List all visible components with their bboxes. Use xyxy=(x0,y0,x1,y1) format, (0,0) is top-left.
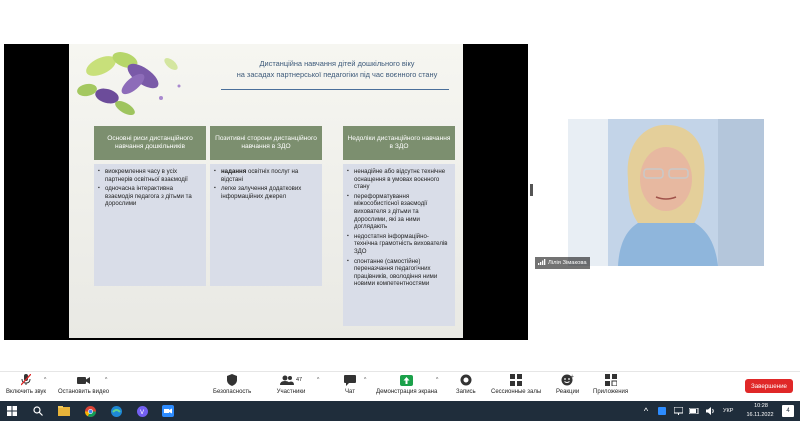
leaves-decoration xyxy=(77,52,181,115)
notifications-badge[interactable]: 4 xyxy=(782,405,794,417)
security-button[interactable]: Безопасность xyxy=(213,374,251,395)
unmute-button[interactable]: Включить звук xyxy=(6,374,46,395)
list-item: легке залучення додаткових інформаційних… xyxy=(214,185,318,200)
audio-options-caret[interactable]: ^ xyxy=(44,377,46,383)
list-item: одночасна інтерактивна взаємодія педагог… xyxy=(98,185,202,208)
record-button[interactable]: Запись xyxy=(456,374,476,395)
search-icon[interactable] xyxy=(32,405,44,417)
chat-label: Чат xyxy=(345,389,355,395)
participants-button[interactable]: 47 Участники xyxy=(276,374,306,395)
chat-bubble-icon xyxy=(343,374,357,386)
video-frame xyxy=(568,119,764,266)
breakout-rooms-icon xyxy=(509,374,523,386)
participants-label: Участники xyxy=(276,389,306,395)
tray-overflow-icon[interactable]: ^ xyxy=(640,405,652,417)
apps-button[interactable]: Приложения xyxy=(593,374,628,395)
video-options-caret[interactable]: ^ xyxy=(105,377,107,383)
participants-count: 47 xyxy=(295,377,303,383)
column-body: ненадійне або відсутнє технічне оснащенн… xyxy=(343,164,455,326)
breakout-rooms-button[interactable]: Сессионные залы xyxy=(491,374,541,395)
title-underline xyxy=(221,89,449,90)
network-icon[interactable] xyxy=(672,405,684,417)
participant-name: Лілія Зімакова xyxy=(548,260,587,266)
slide-title-line1: Дистанційна навчання дітей дошкільного в… xyxy=(259,59,415,68)
end-meeting-button[interactable]: Завершение xyxy=(745,379,793,393)
windows-start-icon[interactable] xyxy=(6,405,18,417)
file-explorer-icon[interactable] xyxy=(58,405,70,417)
meeting-toolbar: Включить звук ^ Остановить видео ^ Безоп… xyxy=(0,371,800,401)
reactions-button[interactable]: + Реакции xyxy=(556,374,579,395)
column-header: Основні риси дистанційного навчання дошк… xyxy=(94,126,206,160)
edge-icon[interactable] xyxy=(110,405,122,417)
security-label: Безопасность xyxy=(213,389,252,395)
volume-icon[interactable] xyxy=(704,405,716,417)
breakout-rooms-label: Сессионные залы xyxy=(491,389,542,395)
column-disadvantages: Недоліки дистанційного навчання в ЗДО не… xyxy=(343,126,455,326)
tray-app-icon[interactable] xyxy=(656,405,668,417)
split-resize-handle[interactable] xyxy=(530,184,533,196)
list-item: виокремлення часу в усіх партнерів освіт… xyxy=(98,168,202,183)
share-screen-label: Демонстрация экрана xyxy=(376,389,438,395)
stop-video-button[interactable]: Остановить видео xyxy=(58,374,109,395)
svg-text:+: + xyxy=(570,374,574,380)
shield-icon xyxy=(225,374,239,386)
list-item: недостатня інформаційно-технічна грамотн… xyxy=(347,233,451,256)
list-item: ненадійне або відсутнє технічне оснащенн… xyxy=(347,168,451,191)
participant-video[interactable] xyxy=(568,119,764,266)
chrome-icon[interactable] xyxy=(84,405,96,417)
share-screen-icon xyxy=(400,374,414,386)
list-item: надання освітніх послуг на відстані xyxy=(214,168,318,183)
list-item-bold: надання xyxy=(221,168,247,175)
participant-name-tag: Лілія Зімакова xyxy=(535,257,590,269)
column-body: надання освітніх послуг на відстані легк… xyxy=(210,164,322,286)
battery-icon[interactable] xyxy=(688,405,700,417)
slide-title: Дистанційна навчання дітей дошкільного в… xyxy=(221,58,453,80)
clock-time[interactable]: 10:28 xyxy=(748,403,774,409)
smiley-plus-icon: + xyxy=(561,374,575,386)
participants-options-caret[interactable]: ^ xyxy=(317,377,319,383)
column-header: Позитивні сторони дистанційного навчання… xyxy=(210,126,322,160)
list-item: спонтанне (самостійне) переназчання педа… xyxy=(347,258,451,288)
reactions-label: Реакции xyxy=(556,389,580,395)
stop-video-label: Остановить видео xyxy=(58,389,110,395)
zoom-meeting-stage: Дистанційна навчання дітей дошкільного в… xyxy=(0,0,800,371)
windows-taskbar: V ^ УКР 10:28 16.11.2022 4 xyxy=(0,401,800,421)
viber-icon[interactable]: V xyxy=(136,405,148,417)
slide-title-line2: на засадах партнерської педагогіки під ч… xyxy=(236,70,438,79)
share-options-caret[interactable]: ^ xyxy=(436,377,438,383)
participants-icon: 47 xyxy=(276,374,306,386)
column-header: Недоліки дистанційного навчання в ЗДО xyxy=(343,126,455,160)
record-icon xyxy=(459,374,473,386)
presentation-slide: Дистанційна навчання дітей дошкільного в… xyxy=(69,44,463,338)
chat-button[interactable]: Чат xyxy=(343,374,357,395)
keyboard-language[interactable]: УКР xyxy=(723,408,733,414)
zoom-app-icon[interactable] xyxy=(162,405,174,417)
column-features: Основні риси дистанційного навчання дошк… xyxy=(94,126,206,286)
apps-label: Приложения xyxy=(593,389,629,395)
list-item-text: легке залучення додаткових інформаційних… xyxy=(221,185,302,200)
record-label: Запись xyxy=(456,389,476,395)
unmute-label: Включить звук xyxy=(6,389,47,395)
muted-microphone-icon xyxy=(19,374,33,386)
signal-icon xyxy=(538,259,546,267)
video-camera-icon xyxy=(77,374,91,386)
column-body: виокремлення часу в усіх партнерів освіт… xyxy=(94,164,206,286)
chat-options-caret[interactable]: ^ xyxy=(364,377,366,383)
column-advantages: Позитивні сторони дистанційного навчання… xyxy=(210,126,322,286)
apps-icon xyxy=(604,374,618,386)
list-item: переформатування міжособистісної взаємод… xyxy=(347,193,451,231)
clock-date[interactable]: 16.11.2022 xyxy=(740,412,780,418)
share-screen-button[interactable]: Демонстрация экрана xyxy=(376,374,437,395)
